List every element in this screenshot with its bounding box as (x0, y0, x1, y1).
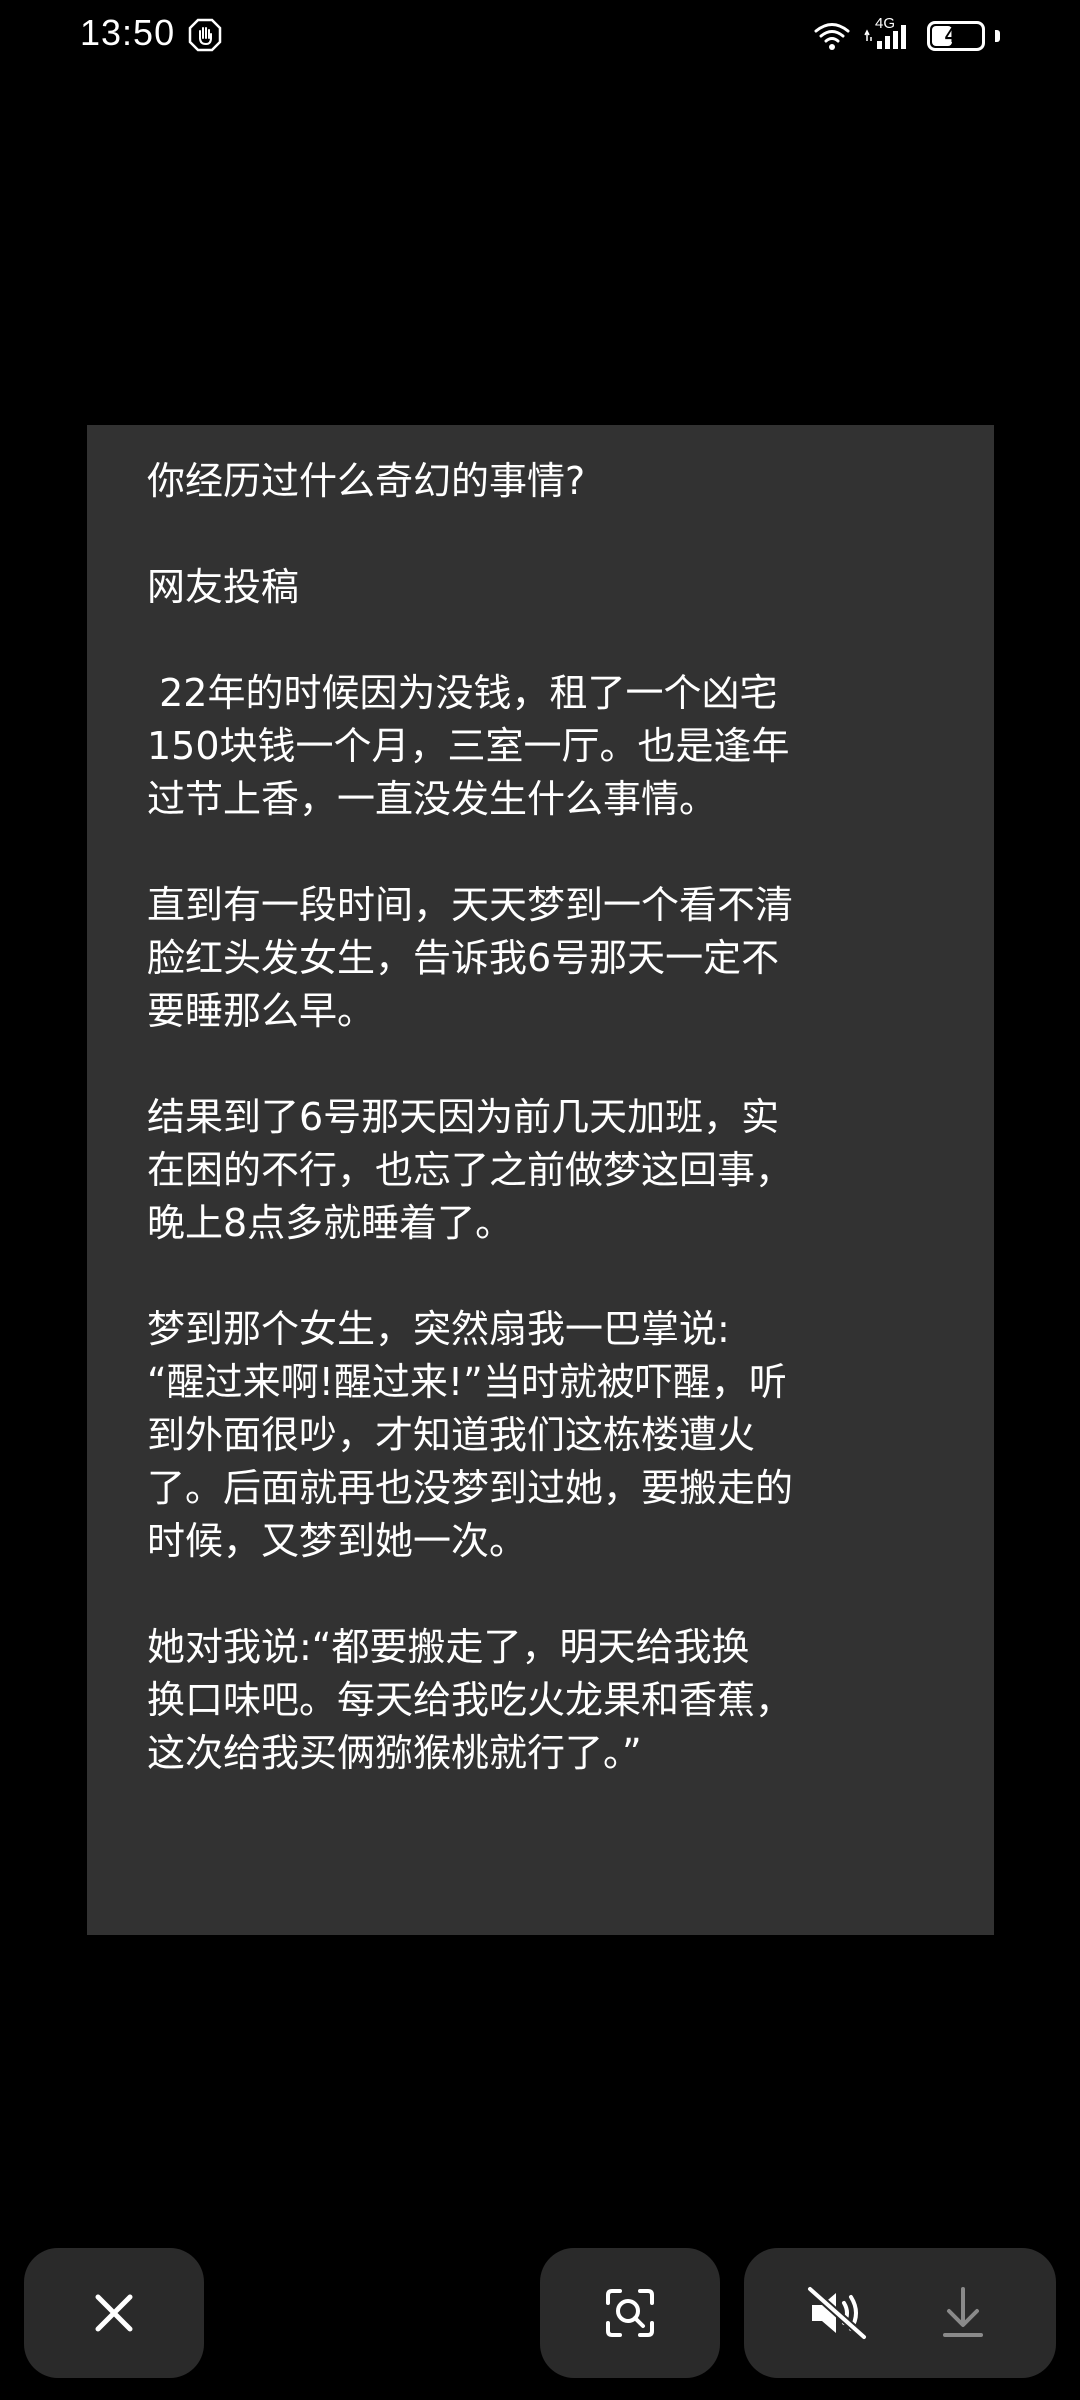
story-paragraph: 梦到那个女生，突然扇我一巴掌说: “醒过来啊!醒过来!”当时就被吓醒，听 到外面… (147, 1307, 794, 1563)
close-button[interactable] (24, 2248, 204, 2378)
story-source: 网友投稿 (147, 565, 300, 609)
close-icon (95, 2294, 133, 2332)
story-paragraph: 她对我说:“都要搬走了，明天给我换 换口味吧。每天给我吃火龙果和香蕉， 这次给我… (147, 1625, 794, 1775)
battery-cap (995, 30, 1000, 42)
screen: 13:50 4G 46 你经历过什么奇幻的事情? 网友投稿 22年的时候因为没钱… (0, 0, 1080, 2400)
story-text: 你经历过什么奇幻的事情? 网友投稿 22年的时候因为没钱，租了一个凶宅 150块… (147, 455, 967, 1780)
download-icon (943, 2287, 983, 2337)
mute-icon (806, 2285, 868, 2341)
download-button[interactable] (913, 2263, 1013, 2363)
story-card: 你经历过什么奇幻的事情? 网友投稿 22年的时候因为没钱，租了一个凶宅 150块… (87, 425, 994, 1935)
media-controls (744, 2248, 1056, 2378)
battery-level-text: 46 (944, 24, 968, 47)
story-paragraph: 直到有一段时间，天天梦到一个看不清 脸红头发女生，告诉我6号那天一定不 要睡那么… (147, 883, 794, 1033)
signal-icon (864, 25, 906, 49)
story-paragraph: 结果到了6号那天因为前几天加班，实 在困的不行，也忘了之前做梦这回事， 晚上8点… (147, 1095, 794, 1245)
story-title: 你经历过什么奇幻的事情? (147, 459, 586, 503)
battery-icon: 46 (927, 21, 985, 51)
status-time: 13:50 (80, 12, 176, 53)
wifi-icon (814, 23, 850, 50)
mute-button[interactable] (787, 2263, 887, 2363)
status-bar: 13:50 4G 46 (0, 0, 1080, 72)
status-right-group: 46 (813, 14, 1000, 58)
story-paragraph: 22年的时候因为没钱，租了一个凶宅 150块钱一个月，三室一厅。也是逢年 过节上… (147, 671, 790, 821)
notification-hand-icon (188, 18, 222, 52)
lens-search-icon (606, 2289, 654, 2337)
lens-search-button[interactable] (540, 2248, 720, 2378)
